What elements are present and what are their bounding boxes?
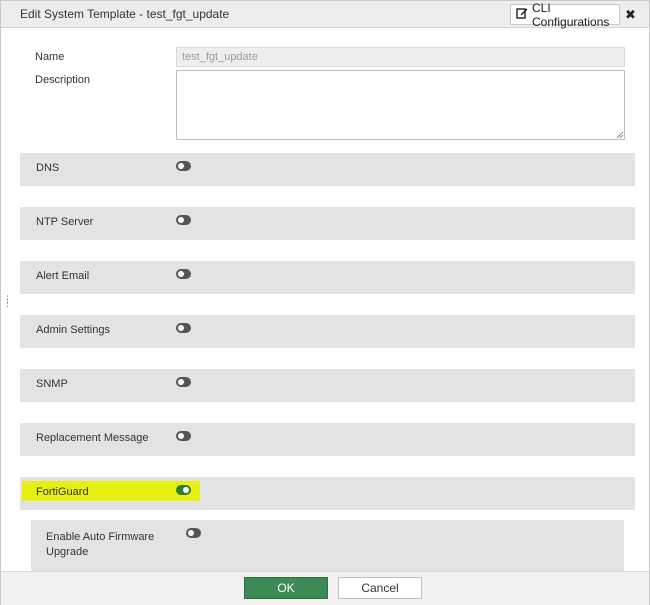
toggle-knob: [188, 530, 194, 536]
cli-configurations-button[interactable]: CLI Configurations: [510, 1, 620, 29]
section-label-snmp: SNMP: [36, 378, 68, 390]
cancel-button[interactable]: Cancel: [338, 577, 422, 599]
toggle-knob: [178, 379, 184, 385]
dialog-titlebar: Edit System Template - test_fgt_update C…: [1, 1, 649, 29]
snmp-toggle[interactable]: [176, 377, 191, 387]
ok-button[interactable]: OK: [244, 577, 328, 599]
section-replacement-message: Replacement Message: [20, 423, 635, 456]
fortiguard-toggle[interactable]: [176, 485, 191, 495]
toggle-knob: [178, 433, 184, 439]
edit-system-template-dialog: Edit System Template - test_fgt_update C…: [0, 0, 650, 605]
section-label-admin-settings: Admin Settings: [36, 324, 110, 336]
replacement-message-toggle[interactable]: [176, 431, 191, 441]
section-ntp-server: NTP Server: [20, 207, 635, 240]
alert-email-toggle[interactable]: [176, 269, 191, 279]
description-textarea[interactable]: [176, 70, 625, 140]
auto-firmware-upgrade-toggle[interactable]: [186, 528, 201, 538]
toggle-knob: [178, 325, 184, 331]
close-icon[interactable]: ✖: [625, 7, 636, 23]
name-input[interactable]: [176, 47, 625, 67]
section-label-fortiguard: FortiGuard: [36, 486, 89, 498]
section-fortiguard: FortiGuard: [20, 477, 635, 510]
toggle-knob: [183, 487, 189, 493]
admin-settings-toggle[interactable]: [176, 323, 191, 333]
toggle-knob: [178, 163, 184, 169]
section-label-alert-email: Alert Email: [36, 270, 90, 282]
section-admin-settings: Admin Settings: [20, 315, 635, 348]
name-label: Name: [35, 51, 65, 63]
ntp-server-toggle[interactable]: [176, 215, 191, 225]
section-dns: DNS: [20, 153, 635, 186]
toggle-knob: [178, 217, 184, 223]
fortiguard-subsection: Enable Auto Firmware Upgrade: [31, 520, 624, 571]
section-label-ntp-server: NTP Server: [36, 216, 94, 228]
auto-firmware-upgrade-label: Enable Auto Firmware Upgrade: [46, 531, 155, 558]
resize-grip-icon[interactable]: [616, 131, 624, 139]
dialog-body: Name Description DNS NTP Server Alert Em…: [10, 29, 641, 571]
section-label-dns: DNS: [36, 162, 60, 174]
section-label-replacement-message: Replacement Message: [36, 432, 149, 444]
cli-configurations-label: CLI Configurations: [532, 0, 610, 29]
section-snmp: SNMP: [20, 369, 635, 402]
description-label: Description: [35, 74, 91, 86]
section-alert-email: Alert Email: [20, 261, 635, 294]
toggle-knob: [178, 271, 184, 277]
edit-square-icon: [516, 7, 528, 22]
dialog-title: Edit System Template - test_fgt_update: [20, 7, 230, 21]
dns-toggle[interactable]: [176, 161, 191, 171]
dialog-footer: OK Cancel: [1, 571, 649, 605]
